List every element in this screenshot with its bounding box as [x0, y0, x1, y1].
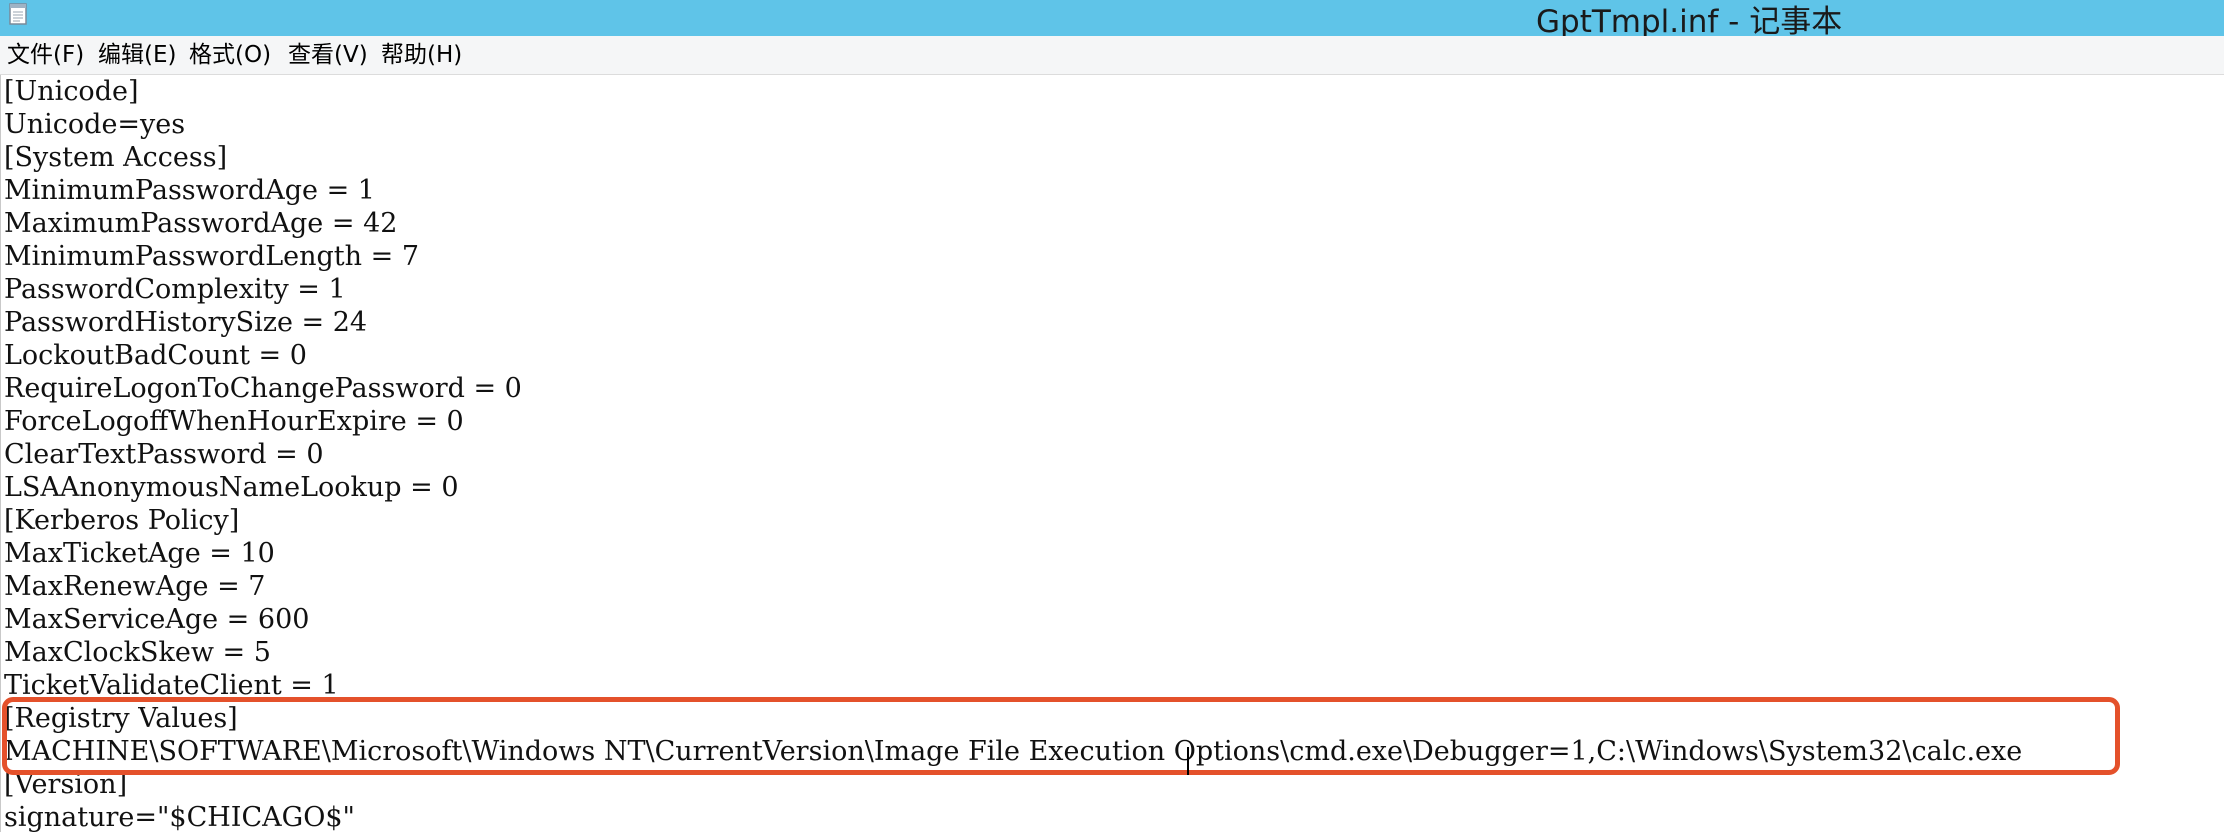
- title-bar[interactable]: GptTmpl.inf - 记事本: [0, 0, 2224, 40]
- text-line: MaximumPasswordAge = 42: [4, 208, 398, 239]
- text-line: Unicode=yes: [4, 109, 186, 140]
- text-line: MinimumPasswordAge = 1: [4, 175, 375, 206]
- text-line: [System Access]: [4, 142, 228, 173]
- text-caret: [1187, 747, 1189, 775]
- text-editor-area[interactable]: [Unicode] Unicode=yes [System Access] Mi…: [0, 75, 2224, 832]
- menu-bar: 文件(F) 编辑(E) 格式(O) 查看(V) 帮助(H): [0, 36, 2224, 75]
- text-line: RequireLogonToChangePassword = 0: [4, 373, 522, 404]
- text-line: MaxClockSkew = 5: [4, 637, 271, 668]
- text-line-highlighted: MACHINE\SOFTWARE\Microsoft\Windows NT\Cu…: [4, 736, 2023, 767]
- text-line: TicketValidateClient = 1: [4, 670, 339, 701]
- text-line: PasswordComplexity = 1: [4, 274, 346, 305]
- text-line: LockoutBadCount = 0: [4, 340, 307, 371]
- menu-format[interactable]: 格式(O): [189, 40, 271, 70]
- menu-view[interactable]: 查看(V): [288, 40, 368, 70]
- menu-help[interactable]: 帮助(H): [381, 40, 462, 70]
- text-line: ClearTextPassword = 0: [4, 439, 324, 470]
- text-line: MaxRenewAge = 7: [4, 571, 266, 602]
- text-line: MinimumPasswordLength = 7: [4, 241, 420, 272]
- menu-edit[interactable]: 编辑(E): [98, 40, 176, 70]
- text-line: LSAAnonymousNameLookup = 0: [4, 472, 459, 503]
- notepad-icon[interactable]: [8, 2, 30, 26]
- notepad-window: GptTmpl.inf - 记事本 文件(F) 编辑(E) 格式(O) 查看(V…: [0, 0, 2224, 832]
- text-line: ForceLogoffWhenHourExpire = 0: [4, 406, 464, 437]
- text-line: signature="$CHICAGO$": [4, 802, 355, 832]
- text-line: [Kerberos Policy]: [4, 505, 240, 536]
- text-line: MaxTicketAge = 10: [4, 538, 275, 569]
- text-line: [Version]: [4, 769, 128, 800]
- text-line: MaxServiceAge = 600: [4, 604, 310, 635]
- menu-file[interactable]: 文件(F): [7, 40, 84, 70]
- text-line: PasswordHistorySize = 24: [4, 307, 368, 338]
- text-line: [Unicode]: [4, 76, 139, 107]
- text-line: [Registry Values]: [4, 703, 238, 734]
- window-title: GptTmpl.inf - 记事本: [1536, 4, 1843, 40]
